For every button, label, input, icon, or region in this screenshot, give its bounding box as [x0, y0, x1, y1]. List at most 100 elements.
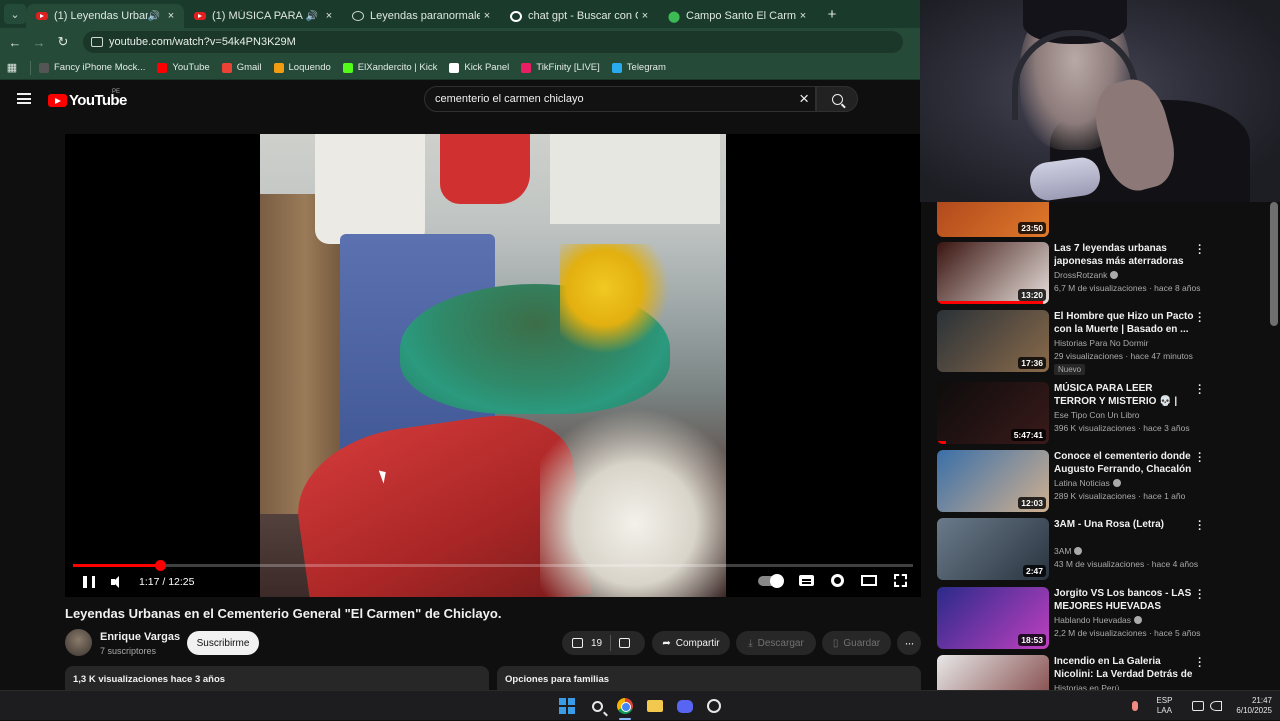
more-actions-icon[interactable]: ···	[897, 631, 921, 655]
channel-name-link[interactable]: Hablando Huevadas	[1054, 615, 1143, 625]
video-thumbnail[interactable]: 18:53	[937, 587, 1049, 649]
tab-audio-icon[interactable]: 🔊	[306, 11, 318, 22]
autoplay-toggle[interactable]	[758, 573, 784, 588]
bookmark-item[interactable]: Fancy iPhone Mock...	[39, 62, 145, 73]
bookmark-item[interactable]: Kick Panel	[449, 62, 509, 73]
settings-gear-icon[interactable]	[831, 574, 844, 587]
bookmark-item[interactable]: YouTube	[157, 62, 210, 73]
video-menu-icon[interactable]: · · ·	[1197, 309, 1203, 328]
video-title-link[interactable]: MÚSICA PARA LEER TERROR Y MISTERIO 💀 | p…	[1054, 382, 1194, 408]
browser-tab[interactable]: Leyendas paranormales Chiclay×	[342, 4, 500, 28]
channel-name-link[interactable]: 3AM	[1054, 546, 1083, 556]
browser-tab[interactable]: chat gpt - Buscar con Google×	[500, 4, 658, 28]
recommended-video[interactable]: 5:47:41 MÚSICA PARA LEER TERROR Y MISTERI…	[937, 381, 1267, 444]
recommended-video[interactable]: 17:36 El Hombre que Hizo un Pacto con la …	[937, 309, 1267, 375]
network-icon[interactable]	[1192, 701, 1205, 711]
theater-mode-icon[interactable]	[861, 575, 877, 586]
windows-start-icon[interactable]	[558, 697, 576, 715]
tab-close-icon[interactable]: ×	[164, 10, 178, 22]
save-button[interactable]: ▯ Guardar	[822, 631, 891, 655]
clock[interactable]: 21:47 6/10/2025	[1236, 696, 1272, 716]
dislike-thumb-icon[interactable]	[619, 638, 631, 648]
video-menu-icon[interactable]: · · ·	[1197, 241, 1203, 260]
video-thumbnail[interactable]: 5:47:41	[937, 382, 1049, 444]
bookmark-item[interactable]: Telegram	[611, 62, 666, 73]
chrome-icon[interactable]	[616, 697, 634, 715]
channel-name[interactable]: Enrique Vargas	[100, 631, 180, 643]
channel-name-link[interactable]: DrossRotzank	[1054, 270, 1119, 280]
file-explorer-icon[interactable]	[646, 697, 664, 715]
microphone-tray-icon[interactable]	[1132, 701, 1139, 711]
recommended-video[interactable]: Incendio en La Galeria Nicolini: La Verd…	[937, 654, 1267, 690]
clear-search-icon[interactable]: ×	[799, 90, 809, 108]
recommended-video[interactable]: 23:50DrossRotzank11 M de visualizaciones…	[937, 202, 1267, 237]
video-player[interactable]: 1:17 / 12:25	[65, 134, 921, 597]
pause-icon[interactable]	[83, 576, 95, 588]
discord-icon[interactable]	[676, 697, 694, 715]
tab-audio-icon[interactable]: 🔊	[148, 11, 160, 22]
tab-close-icon[interactable]: ×	[322, 10, 336, 22]
video-thumbnail[interactable]	[937, 655, 1049, 690]
language-indicator[interactable]: ESP LAA	[1156, 696, 1172, 716]
browser-tab[interactable]: (1) MÚSICA PARA LEER TER🔊 ×	[184, 4, 342, 28]
tab-close-icon[interactable]: ×	[480, 10, 494, 22]
volume-icon[interactable]	[111, 576, 125, 588]
site-info-icon[interactable]	[91, 37, 103, 47]
bookmark-item[interactable]: ElXandercito | Kick	[342, 62, 437, 73]
browser-tab[interactable]: (1) Leyendas Urbanas en el🔊 ×	[26, 4, 184, 28]
bookmark-item[interactable]: Loquendo	[273, 62, 331, 73]
video-menu-icon[interactable]: · · ·	[1197, 586, 1203, 605]
video-menu-icon[interactable]: · · ·	[1197, 654, 1203, 673]
progress-bar[interactable]	[73, 560, 913, 571]
download-button[interactable]: ⤓ Descargar	[736, 631, 816, 655]
video-thumbnail[interactable]: 23:50	[937, 202, 1049, 237]
recommended-video[interactable]: 12:03 Conoce el cementerio donde Augusto …	[937, 449, 1267, 512]
app-icon[interactable]	[705, 697, 723, 715]
search-button[interactable]	[816, 86, 858, 112]
share-button[interactable]: ➦ Compartir	[652, 631, 730, 655]
video-title-link[interactable]: Incendio en La Galeria Nicolini: La Verd…	[1054, 655, 1194, 681]
new-tab-plus-icon[interactable]: +	[822, 6, 842, 23]
tab-search-chevron-icon[interactable]: ⌄	[4, 4, 26, 24]
video-title-link[interactable]: Conoce el cementerio donde Augusto Ferra…	[1054, 450, 1194, 476]
tab-close-icon[interactable]: ×	[796, 10, 810, 22]
channel-name-link[interactable]: Historias Para No Dormir	[1054, 338, 1148, 348]
recommended-video[interactable]: 2:47 3AM - Una Rosa (Letra) 3AM 43 M de vis…	[937, 517, 1267, 580]
subtitles-icon[interactable]	[799, 575, 814, 586]
video-menu-icon[interactable]: · · ·	[1197, 517, 1203, 536]
like-thumb-icon[interactable]	[572, 638, 583, 648]
browser-tab[interactable]: ⬤ Campo Santo El Carmen - Goog×	[658, 4, 816, 28]
video-menu-icon[interactable]: · · ·	[1197, 381, 1203, 400]
recommended-video[interactable]: 13:20 Las 7 leyendas urbanas japonesas má…	[937, 241, 1267, 304]
video-title-link[interactable]: El Hombre que Hizo un Pacto con la Muert…	[1054, 310, 1194, 336]
youtube-logo[interactable]: YouTube PE	[48, 89, 127, 109]
channel-avatar[interactable]	[65, 629, 92, 656]
video-menu-icon[interactable]: · · ·	[1197, 449, 1203, 468]
recommended-video[interactable]: 18:53 Jorgito VS Los bancos - LAS MEJORES…	[937, 586, 1267, 649]
forward-arrow-icon[interactable]: →	[27, 35, 51, 50]
back-arrow-icon[interactable]: ←	[3, 35, 27, 50]
bookmark-item[interactable]: TikFinity [LIVE]	[521, 62, 600, 73]
video-title-link[interactable]: Las 7 leyendas urbanas japonesas más ate…	[1054, 242, 1194, 268]
video-thumbnail[interactable]: 12:03	[937, 450, 1049, 512]
subscribe-button[interactable]: Suscribirme	[187, 631, 259, 655]
fullscreen-icon[interactable]	[894, 574, 907, 587]
reload-icon[interactable]: ↻	[51, 34, 75, 50]
tab-close-icon[interactable]: ×	[638, 10, 652, 22]
url-omnibox[interactable]: youtube.com/watch?v=54k4PN3K29M	[83, 31, 903, 53]
video-title-link[interactable]: 3AM - Una Rosa (Letra)	[1054, 518, 1194, 531]
like-count[interactable]: 19	[591, 638, 602, 649]
video-thumbnail[interactable]: 17:36	[937, 310, 1049, 372]
taskbar-search-icon[interactable]	[588, 697, 606, 715]
video-title-link[interactable]: Jorgito VS Los bancos - LAS MEJORES HUEV…	[1054, 587, 1194, 613]
channel-name-link[interactable]: Ese Tipo Con Un Libro	[1054, 410, 1140, 420]
channel-name-link[interactable]: Latina Noticias	[1054, 478, 1121, 488]
channel-name-link[interactable]: Historias en Perú	[1054, 683, 1119, 690]
bookmark-item[interactable]: Gmail	[221, 62, 262, 73]
speaker-icon[interactable]	[1210, 701, 1223, 711]
apps-grid-icon[interactable]: ▦	[0, 61, 24, 74]
video-thumbnail[interactable]: 13:20	[937, 242, 1049, 304]
hamburger-menu-icon[interactable]	[17, 93, 31, 104]
video-thumbnail[interactable]: 2:47	[937, 518, 1049, 580]
sidebar-scrollbar[interactable]	[1270, 202, 1278, 326]
